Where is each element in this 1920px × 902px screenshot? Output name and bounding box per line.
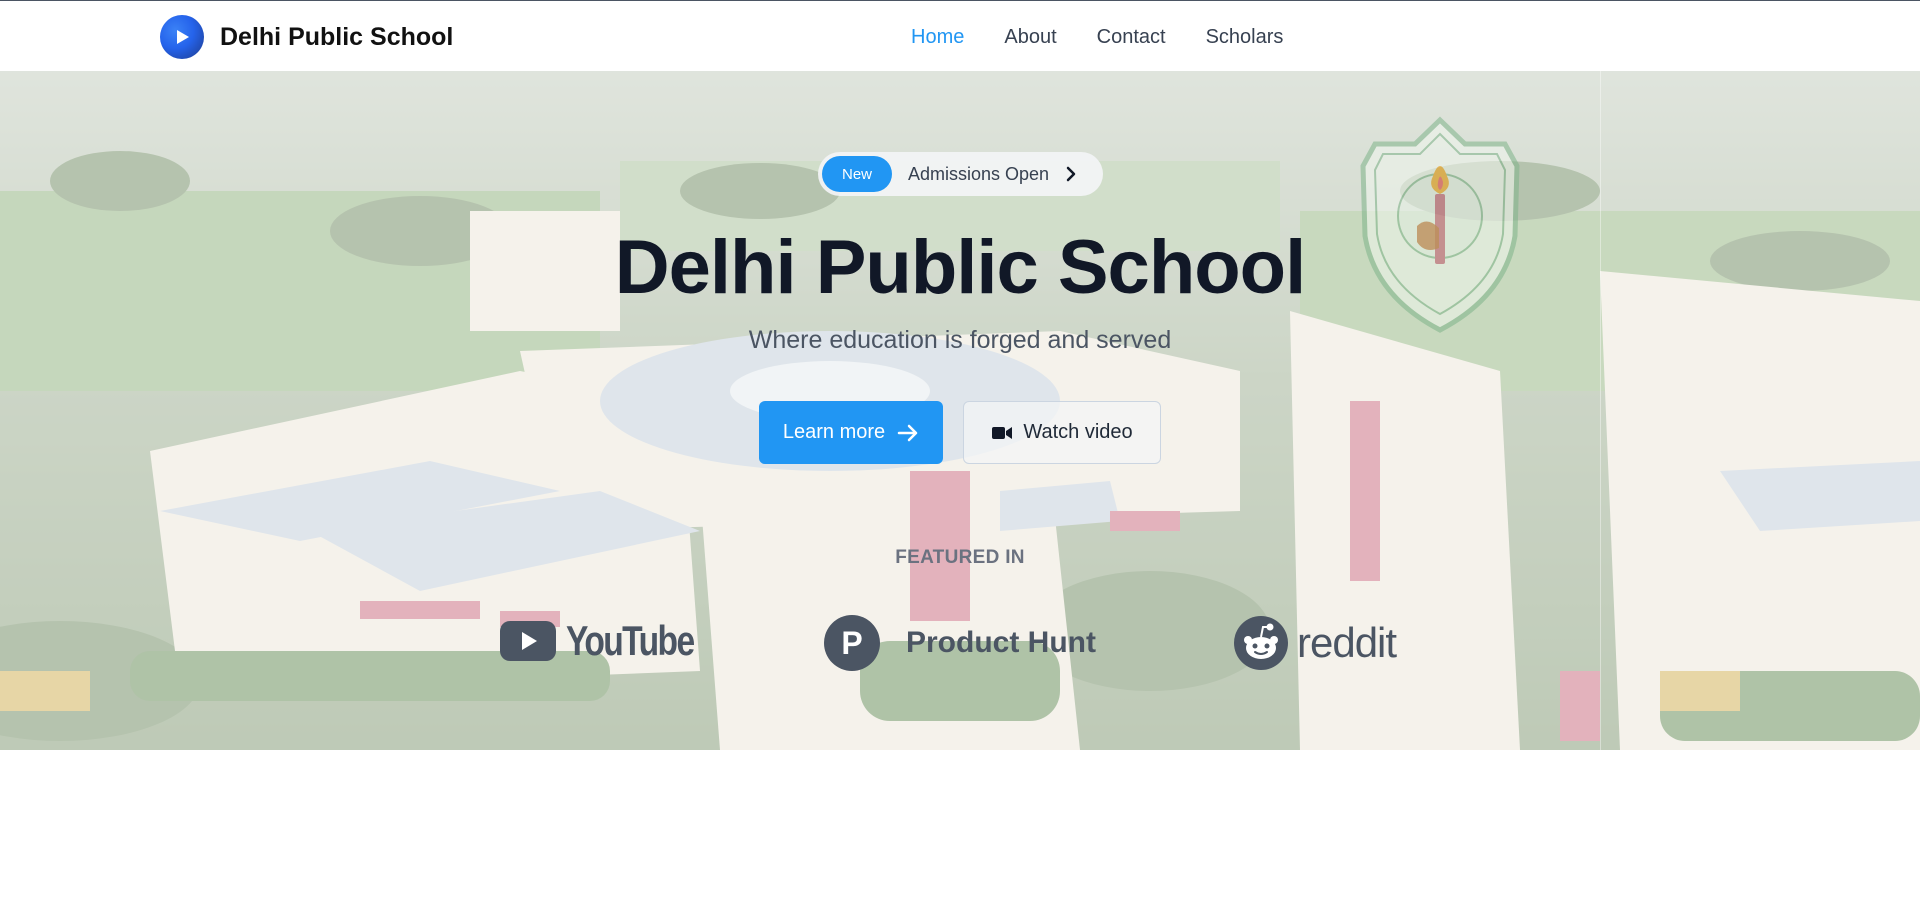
reddit-logo[interactable]: reddit [1233, 615, 1397, 671]
brand-link[interactable]: Delhi Public School [160, 15, 453, 59]
reddit-icon [1234, 616, 1288, 670]
product-hunt-logo[interactable]: P Product Hunt [824, 615, 1096, 671]
hero-subtitle: Where education is forged and served [748, 326, 1172, 354]
nav-link-contact[interactable]: Contact [1097, 25, 1166, 49]
learn-more-button[interactable]: Learn more [759, 401, 943, 464]
product-hunt-wordmark: Product Hunt [906, 626, 1096, 659]
youtube-icon [500, 621, 556, 661]
navbar: Delhi Public School Home About Contact S… [0, 1, 1920, 71]
youtube-wordmark: YouTube [566, 617, 695, 664]
nav-link-scholars[interactable]: Scholars [1206, 25, 1284, 49]
featured-in-label: FEATURED IN [895, 547, 1025, 568]
new-tag: New [822, 156, 892, 192]
nav-link-home[interactable]: Home [911, 25, 964, 49]
nav-links: Home About Contact Scholars [911, 25, 1283, 49]
hero-title: Delhi Public School [614, 225, 1306, 310]
chevron-right-icon [1065, 166, 1077, 182]
video-camera-icon [992, 426, 1013, 439]
youtube-logo[interactable]: YouTube [500, 617, 725, 665]
watch-video-label: Watch video [1023, 421, 1133, 443]
reddit-wordmark: reddit [1297, 619, 1397, 666]
product-hunt-icon: P [824, 615, 880, 671]
play-circle-icon [160, 15, 204, 59]
background-seam [1600, 71, 1601, 750]
brand-name: Delhi Public School [220, 22, 454, 51]
watch-video-button[interactable]: Watch video [963, 401, 1161, 464]
learn-more-label: Learn more [782, 421, 886, 443]
hero-section: New Admissions Open Delhi Public School … [0, 71, 1920, 750]
admissions-badge[interactable]: New Admissions Open [818, 152, 1103, 196]
badge-text: Admissions Open [908, 163, 1050, 184]
nav-link-about[interactable]: About [1004, 25, 1056, 49]
arrow-right-icon [897, 424, 918, 441]
